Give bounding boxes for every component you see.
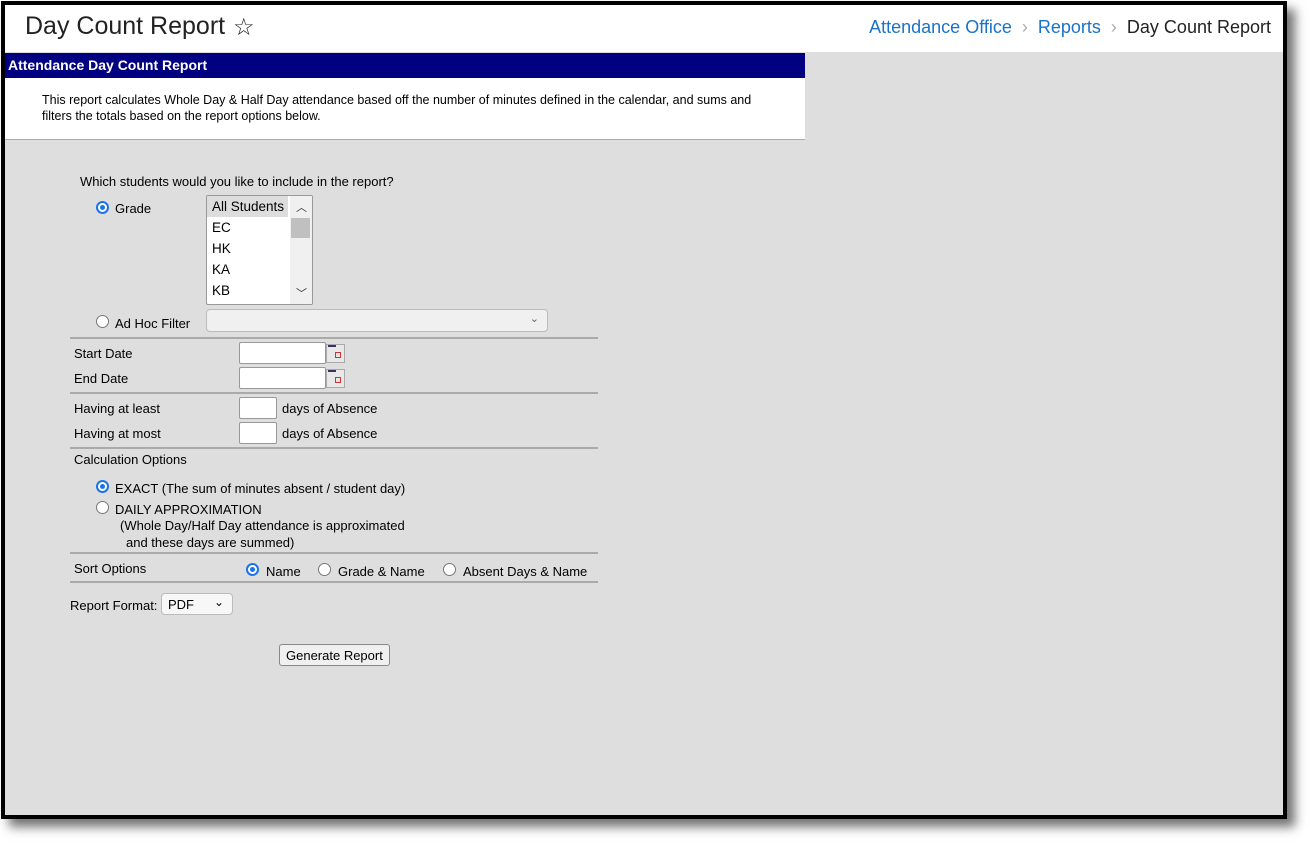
report-format-select[interactable]: PDF ⌄ — [161, 593, 233, 615]
calendar-icon[interactable] — [326, 344, 345, 363]
page-title: Day Count Report — [25, 12, 226, 40]
calendar-icon[interactable] — [326, 369, 345, 388]
grade-radio[interactable] — [96, 201, 109, 214]
sort-absent-days-name-label: Absent Days & Name — [463, 564, 588, 579]
sort-name-label: Name — [266, 564, 301, 579]
divider — [70, 581, 598, 583]
breadcrumb-current: Day Count Report — [1126, 17, 1271, 37]
breadcrumb: Attendance Office › Reports › Day Count Repo… — [869, 17, 1271, 38]
grade-option[interactable]: EC — [207, 217, 288, 238]
scrollbar-thumb[interactable] — [291, 218, 310, 238]
grade-option[interactable]: HK — [207, 238, 288, 259]
grade-option[interactable]: KA — [207, 259, 288, 280]
calc-exact-label: EXACT (The sum of minutes absent / stude… — [115, 481, 406, 496]
students-question: Which students would you like to include… — [80, 174, 394, 189]
calc-daily-radio[interactable] — [96, 501, 109, 514]
end-date-label: End Date — [74, 371, 129, 386]
panel-title: Attendance Day Count Report — [5, 53, 805, 78]
star-outline-icon[interactable]: ☆ — [233, 13, 255, 42]
adhoc-filter-select[interactable]: ⌄ — [206, 309, 548, 332]
at-most-label: Having at most — [74, 426, 161, 441]
sort-options-label: Sort Options — [74, 561, 147, 576]
divider — [70, 392, 598, 394]
chevron-right-icon: › — [1110, 17, 1117, 37]
generate-report-button[interactable]: Generate Report — [279, 644, 390, 666]
report-format-label: Report Format: — [70, 598, 158, 613]
grade-listbox[interactable]: All Students EC HK KA KB ︿ ﹀ — [206, 195, 313, 305]
sort-absent-days-name-radio[interactable] — [443, 563, 456, 576]
at-least-label: Having at least — [74, 401, 160, 416]
calc-daily-label: DAILY APPROXIMATION — [115, 502, 262, 517]
divider — [70, 337, 598, 339]
calc-daily-note: and these days are summed) — [126, 535, 295, 550]
start-date-label: Start Date — [74, 346, 133, 361]
breadcrumb-reports[interactable]: Reports — [1038, 17, 1101, 37]
sort-name-radio[interactable] — [246, 563, 259, 576]
chevron-down-icon: ⌄ — [213, 595, 224, 609]
calc-exact-radio[interactable] — [96, 480, 109, 493]
grade-label: Grade — [115, 201, 152, 216]
divider — [70, 447, 598, 449]
sort-grade-name-label: Grade & Name — [338, 564, 425, 579]
at-most-input[interactable] — [239, 422, 277, 444]
report-format-value: PDF — [168, 597, 194, 612]
start-date-input[interactable] — [239, 342, 326, 364]
adhoc-radio[interactable] — [96, 315, 109, 328]
at-most-suffix: days of Absence — [282, 426, 378, 441]
end-date-input[interactable] — [239, 367, 326, 389]
sort-grade-name-radio[interactable] — [318, 563, 331, 576]
adhoc-label: Ad Hoc Filter — [115, 316, 191, 331]
grade-option[interactable]: KB — [207, 280, 288, 301]
page-header: Day Count Report ☆ Attendance Office › Rep… — [5, 5, 1283, 52]
chevron-down-icon[interactable]: ﹀ — [296, 285, 307, 301]
panel-description: This report calculates Whole Day & Half … — [5, 78, 805, 140]
chevron-right-icon: › — [1021, 17, 1028, 37]
at-least-input[interactable] — [239, 397, 277, 419]
calc-daily-note: (Whole Day/Half Day attendance is approx… — [120, 518, 405, 533]
grade-option[interactable]: All Students — [207, 196, 288, 217]
at-least-suffix: days of Absence — [282, 401, 378, 416]
calc-options-label: Calculation Options — [74, 452, 187, 467]
chevron-up-icon[interactable]: ︿ — [296, 199, 307, 215]
divider — [70, 552, 598, 554]
breadcrumb-attendance-office[interactable]: Attendance Office — [869, 17, 1012, 37]
app-window: Day Count Report ☆ Attendance Office › Rep… — [1, 1, 1287, 819]
listbox-scrollbar[interactable]: ︿ ﹀ — [290, 196, 312, 304]
chevron-down-icon: ⌄ — [529, 313, 539, 325]
